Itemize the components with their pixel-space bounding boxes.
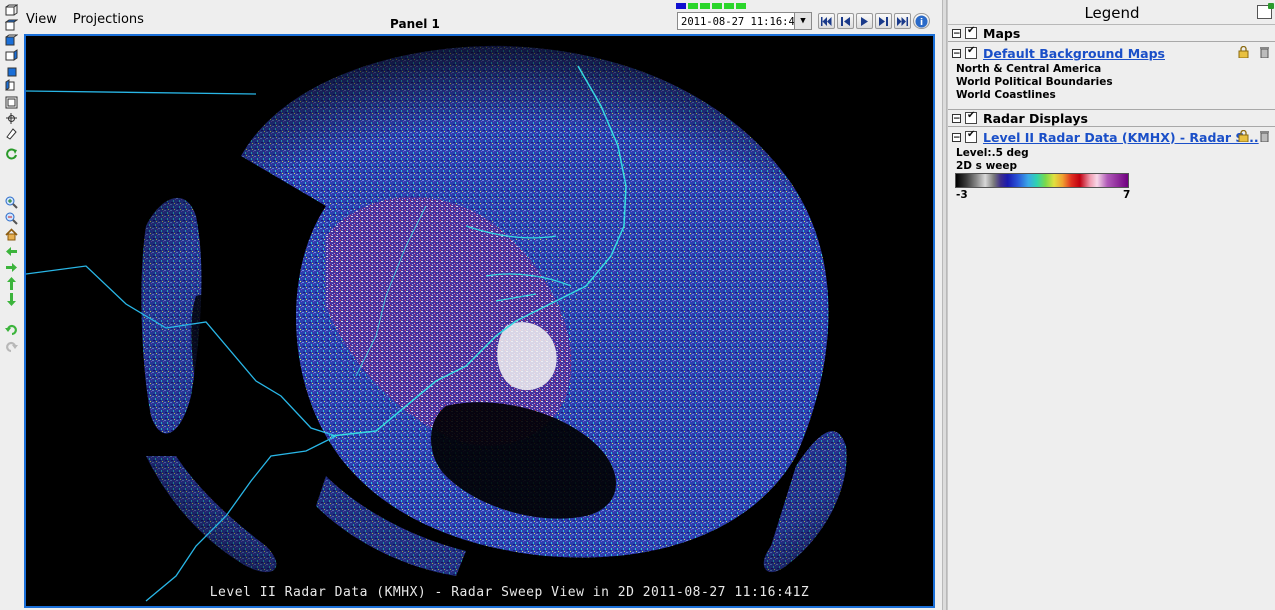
- radar-colorbar[interactable]: [955, 173, 1129, 188]
- view-east-icon[interactable]: [4, 79, 19, 92]
- step-forward-icon: [879, 16, 888, 26]
- redo-icon[interactable]: [4, 340, 19, 353]
- play-button[interactable]: [856, 13, 873, 29]
- pan-down-icon[interactable]: [4, 293, 19, 306]
- first-frame-icon: [821, 16, 832, 26]
- pan-left-icon[interactable]: [4, 245, 19, 258]
- animation-step[interactable]: [700, 3, 710, 9]
- reset-view-icon[interactable]: [4, 127, 19, 140]
- map-item: North & Central America: [956, 63, 1102, 75]
- legend-title: Legend: [1084, 4, 1140, 22]
- animation-info-button[interactable]: i: [913, 13, 930, 29]
- map-item: World Political Boundaries: [956, 76, 1113, 88]
- map-list: North & Central America World Political …: [948, 63, 1275, 102]
- panel-title: Panel 1: [390, 17, 440, 31]
- menu-bar: View Projections: [26, 12, 144, 32]
- refresh-icon[interactable]: [4, 147, 19, 160]
- animation-step[interactable]: [688, 3, 698, 9]
- view-south-icon[interactable]: [4, 64, 19, 77]
- menu-view[interactable]: View: [26, 12, 57, 32]
- colorbar-min-label: -3: [956, 189, 968, 201]
- maps-visibility-checkbox[interactable]: [965, 25, 977, 39]
- view-3d-icon[interactable]: [4, 4, 19, 17]
- layer-link[interactable]: Level II Radar Data (KMHX) - Radar S...: [983, 130, 1259, 145]
- home-icon[interactable]: [4, 228, 19, 241]
- last-frame-button[interactable]: [894, 13, 911, 29]
- animation-steps: [676, 3, 746, 11]
- radar-visibility-checkbox[interactable]: [965, 110, 977, 124]
- svg-text:i: i: [920, 18, 923, 28]
- layer-visibility-checkbox[interactable]: [965, 129, 977, 143]
- animation-time-value: 2011-08-27 11:16:41Z: [681, 16, 808, 28]
- trash-icon[interactable]: [1260, 130, 1269, 142]
- legend-category-radar[interactable]: − Radar Displays: [948, 109, 1275, 127]
- category-label: Radar Displays: [983, 110, 1088, 126]
- rotate-view-icon[interactable]: [4, 112, 19, 125]
- info-icon: i: [915, 15, 928, 28]
- add-layer-icon[interactable]: [1257, 3, 1274, 19]
- step-back-icon: [841, 16, 850, 26]
- collapse-icon[interactable]: −: [952, 132, 961, 142]
- animation-step[interactable]: [736, 3, 746, 9]
- map-display[interactable]: Level II Radar Data (KMHX) - Radar Sweep…: [24, 34, 935, 608]
- legend-header: Legend: [948, 0, 1275, 25]
- first-frame-button[interactable]: [818, 13, 835, 29]
- pan-right-icon[interactable]: [4, 261, 19, 274]
- legend-category-maps[interactable]: − Maps: [948, 25, 1275, 42]
- collapse-icon[interactable]: −: [952, 28, 961, 38]
- animation-step[interactable]: [724, 3, 734, 9]
- map-item: World Coastlines: [956, 89, 1056, 101]
- radar-map-svg[interactable]: [26, 36, 933, 606]
- category-label: Maps: [983, 25, 1021, 41]
- zoom-out-icon[interactable]: [4, 212, 19, 225]
- trash-icon[interactable]: [1260, 46, 1269, 58]
- lock-icon[interactable]: [1238, 130, 1249, 142]
- view-toolbar: [0, 0, 24, 610]
- pan-up-icon[interactable]: [4, 277, 19, 290]
- radar-sweep-type: 2D s weep: [956, 160, 1018, 172]
- menu-projections[interactable]: Projections: [73, 12, 144, 32]
- view-west-icon[interactable]: [4, 96, 19, 109]
- layer-link[interactable]: Default Background Maps: [983, 46, 1165, 61]
- legend-panel: Legend − Maps − Default Background Maps …: [947, 0, 1275, 610]
- colorbar-max-label: 7: [1123, 189, 1131, 201]
- play-icon: [861, 16, 868, 26]
- legend-layer-background-maps: − Default Background Maps North & Centra…: [948, 45, 1275, 102]
- last-frame-icon: [897, 16, 908, 26]
- animation-step[interactable]: [712, 3, 722, 9]
- step-back-button[interactable]: [837, 13, 854, 29]
- undo-icon[interactable]: [4, 323, 19, 336]
- layer-visibility-checkbox[interactable]: [965, 45, 977, 59]
- legend-layer-radar: − Level II Radar Data (KMHX) - Radar S..…: [948, 129, 1275, 173]
- display-caption: Level II Radar Data (KMHX) - Radar Sweep…: [209, 585, 810, 600]
- lock-icon[interactable]: [1238, 46, 1249, 58]
- step-forward-button[interactable]: [875, 13, 892, 29]
- animation-time-select[interactable]: 2011-08-27 11:16:41Z ▼: [677, 12, 812, 30]
- collapse-icon[interactable]: −: [952, 113, 961, 123]
- chevron-down-icon[interactable]: ▼: [794, 13, 811, 29]
- radar-details: Level:.5 deg 2D s weep: [948, 147, 1275, 173]
- radar-level: Level:.5 deg: [956, 147, 1029, 159]
- zoom-in-icon[interactable]: [4, 196, 19, 209]
- animation-step[interactable]: [676, 3, 686, 9]
- view-top-icon[interactable]: [4, 19, 19, 32]
- view-north-icon[interactable]: [4, 49, 19, 62]
- collapse-icon[interactable]: −: [952, 48, 961, 58]
- view-bottom-icon[interactable]: [4, 34, 19, 47]
